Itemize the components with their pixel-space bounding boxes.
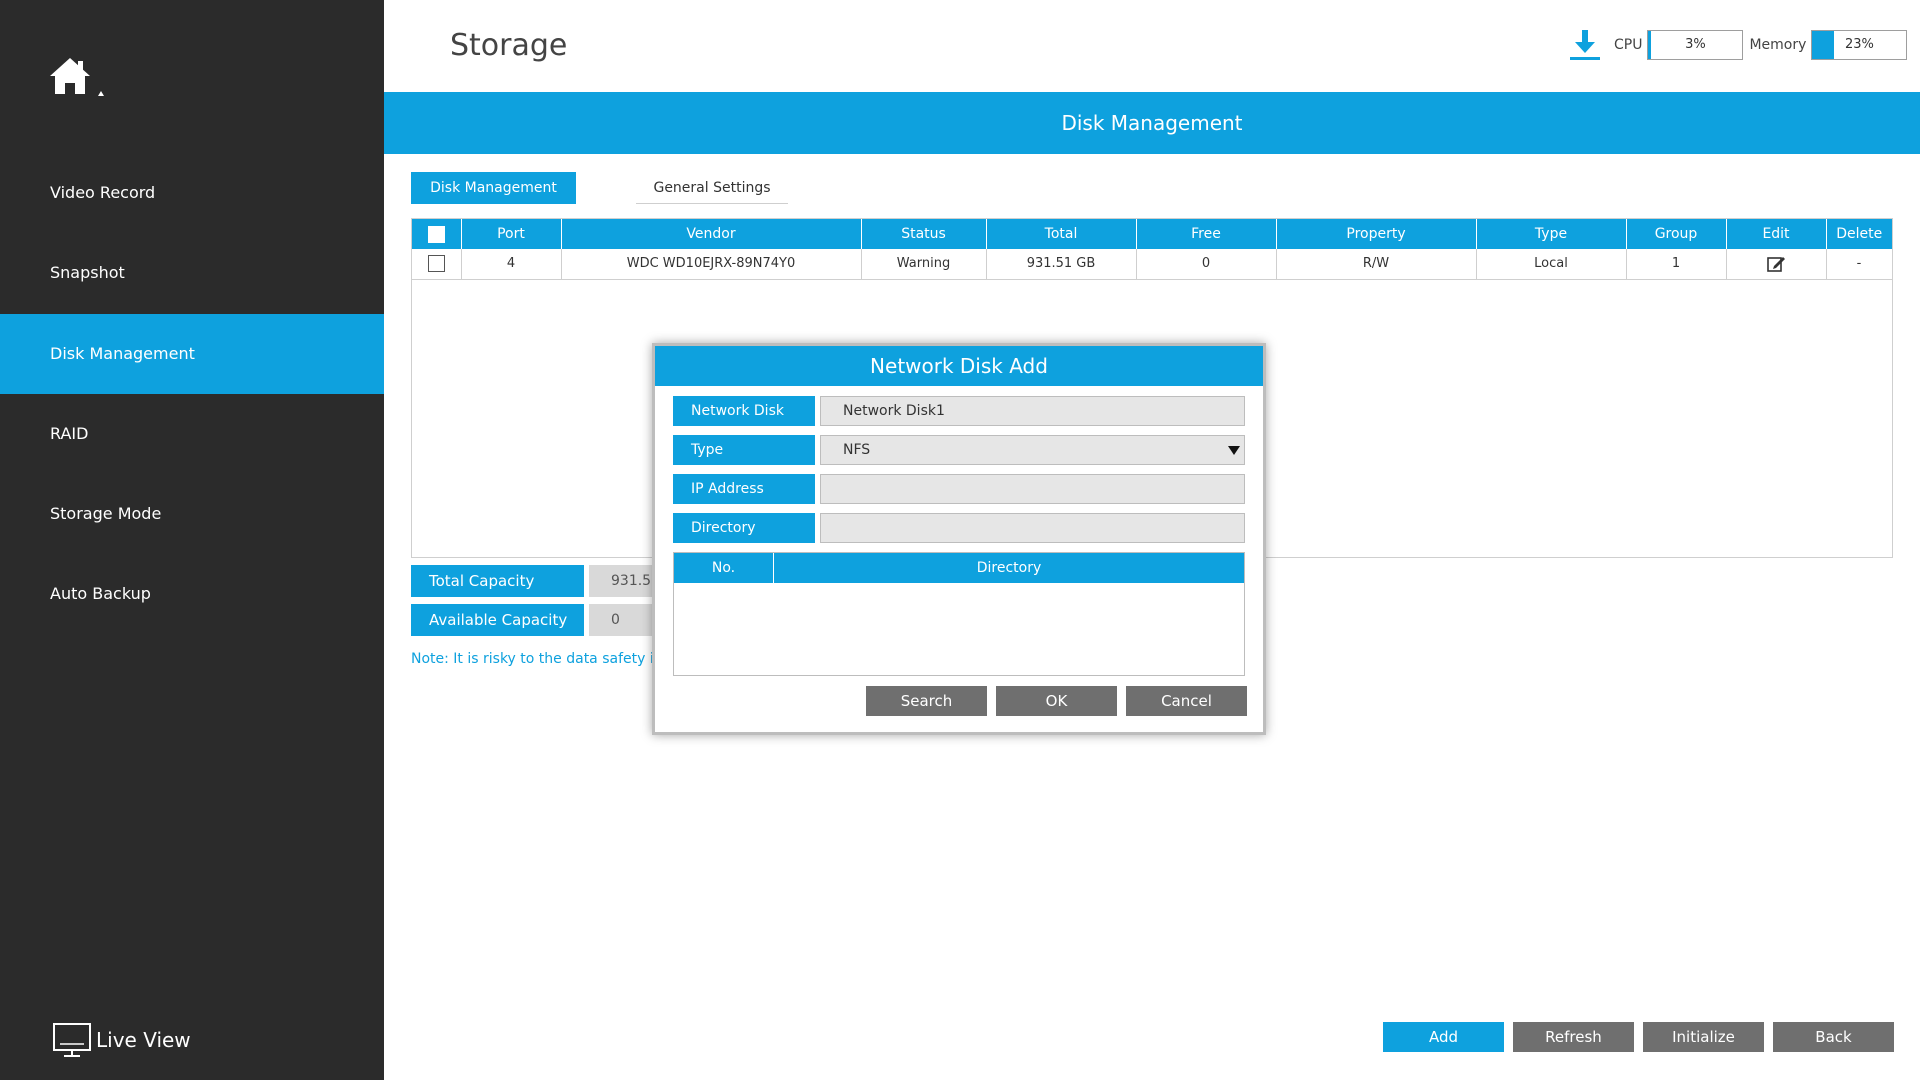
directory-field[interactable] bbox=[820, 513, 1245, 543]
memory-usage-bar: 23% bbox=[1811, 30, 1908, 60]
cell-port: 4 bbox=[461, 249, 562, 280]
sidebar-item-raid[interactable]: RAID bbox=[0, 394, 384, 474]
cell-free: 0 bbox=[1136, 249, 1277, 280]
memory-label: Memory bbox=[1749, 37, 1807, 53]
type-label: Type bbox=[673, 435, 815, 465]
column-header-vendor: Vendor bbox=[561, 219, 862, 249]
row-checkbox[interactable] bbox=[427, 255, 445, 273]
cpu-label: CPU bbox=[1614, 37, 1643, 53]
back-button[interactable]: Back bbox=[1773, 1022, 1894, 1052]
edit-icon[interactable] bbox=[1766, 254, 1786, 274]
tab-general-settings[interactable]: General Settings bbox=[636, 172, 788, 204]
total-capacity-value: 931.51 bbox=[589, 565, 659, 597]
dialog-title: Network Disk Add bbox=[655, 346, 1263, 386]
refresh-button[interactable]: Refresh bbox=[1513, 1022, 1634, 1052]
column-header-total: Total bbox=[986, 219, 1137, 249]
sidebar-item-snapshot[interactable]: Snapshot bbox=[0, 233, 384, 313]
search-button[interactable]: Search bbox=[866, 686, 987, 716]
cancel-button[interactable]: Cancel bbox=[1126, 686, 1247, 716]
network-disk-row: Network Disk Network Disk1 bbox=[673, 396, 1245, 426]
tab-disk-management[interactable]: Disk Management bbox=[411, 172, 576, 204]
available-capacity-value: 0 bbox=[589, 604, 659, 636]
memory-usage-value: 23% bbox=[1844, 37, 1874, 52]
network-disk-field[interactable]: Network Disk1 bbox=[820, 396, 1245, 426]
directory-table: No. Directory bbox=[673, 552, 1245, 676]
cell-vendor: WDC WD10EJRX-89N74Y0 bbox=[561, 249, 862, 280]
home-icon[interactable] bbox=[48, 54, 112, 104]
cpu-usage-value: 3% bbox=[1685, 37, 1706, 52]
cell-delete[interactable]: - bbox=[1826, 249, 1893, 280]
column-header-free: Free bbox=[1136, 219, 1277, 249]
cell-group: 1 bbox=[1626, 249, 1727, 280]
table-row: 4 WDC WD10EJRX-89N74Y0 Warning 931.51 GB… bbox=[412, 249, 1893, 280]
safety-note: Note: It is risky to the data safety if … bbox=[411, 651, 661, 667]
ip-address-field[interactable] bbox=[820, 474, 1245, 504]
cell-property: R/W bbox=[1276, 249, 1477, 280]
column-header-port: Port bbox=[461, 219, 562, 249]
sidebar-item-auto-backup[interactable]: Auto Backup bbox=[0, 554, 384, 634]
monitor-icon bbox=[53, 1023, 91, 1057]
network-disk-label: Network Disk bbox=[673, 396, 815, 426]
type-select[interactable]: NFS bbox=[820, 435, 1245, 465]
initialize-button[interactable]: Initialize bbox=[1643, 1022, 1764, 1052]
add-button[interactable]: Add bbox=[1383, 1022, 1504, 1052]
live-view-label: Live View bbox=[96, 1028, 191, 1052]
sidebar-item-disk-management[interactable]: Disk Management bbox=[0, 314, 384, 394]
section-banner: Disk Management bbox=[384, 92, 1920, 154]
available-capacity-label: Available Capacity bbox=[411, 604, 584, 636]
directory-label: Directory bbox=[673, 513, 815, 543]
ok-button[interactable]: OK bbox=[996, 686, 1117, 716]
cell-total: 931.51 GB bbox=[986, 249, 1137, 280]
ip-address-label: IP Address bbox=[673, 474, 815, 504]
cell-status: Warning bbox=[861, 249, 987, 280]
directory-row: Directory bbox=[673, 513, 1245, 543]
column-header-delete: Delete bbox=[1826, 219, 1892, 249]
column-header-status: Status bbox=[861, 219, 987, 249]
page-title: Storage bbox=[450, 28, 568, 63]
directory-table-header: No. Directory bbox=[674, 553, 1244, 583]
ip-address-row: IP Address bbox=[673, 474, 1245, 504]
sidebar: Video Record Snapshot Disk Management RA… bbox=[0, 0, 384, 1080]
column-header-no: No. bbox=[674, 553, 774, 583]
table-header-row: Port Vendor Status Total Free Property T… bbox=[412, 219, 1892, 249]
dropdown-arrow-icon bbox=[1228, 446, 1240, 455]
select-all-cell bbox=[412, 219, 462, 249]
column-header-group: Group bbox=[1626, 219, 1727, 249]
column-header-edit: Edit bbox=[1726, 219, 1827, 249]
column-header-property: Property bbox=[1276, 219, 1477, 249]
type-selected-value: NFS bbox=[843, 442, 871, 458]
column-header-directory: Directory bbox=[976, 560, 1042, 576]
cpu-usage-bar: 3% bbox=[1647, 30, 1744, 60]
network-disk-add-dialog: Network Disk Add Network Disk Network Di… bbox=[652, 343, 1266, 735]
cell-type: Local bbox=[1476, 249, 1627, 280]
select-all-checkbox[interactable] bbox=[427, 225, 445, 243]
type-row: Type NFS bbox=[673, 435, 1245, 465]
sidebar-item-storage-mode[interactable]: Storage Mode bbox=[0, 474, 384, 554]
total-capacity-label: Total Capacity bbox=[411, 565, 584, 597]
download-icon[interactable] bbox=[1568, 28, 1602, 62]
resource-monitor: CPU 3% Memory 23% bbox=[1568, 28, 1913, 62]
live-view-button[interactable]: Live View bbox=[52, 1020, 191, 1060]
column-header-type: Type bbox=[1476, 219, 1627, 249]
sidebar-item-video-record[interactable]: Video Record bbox=[0, 153, 384, 233]
row-select-cell bbox=[412, 249, 462, 280]
cell-edit bbox=[1726, 249, 1827, 280]
